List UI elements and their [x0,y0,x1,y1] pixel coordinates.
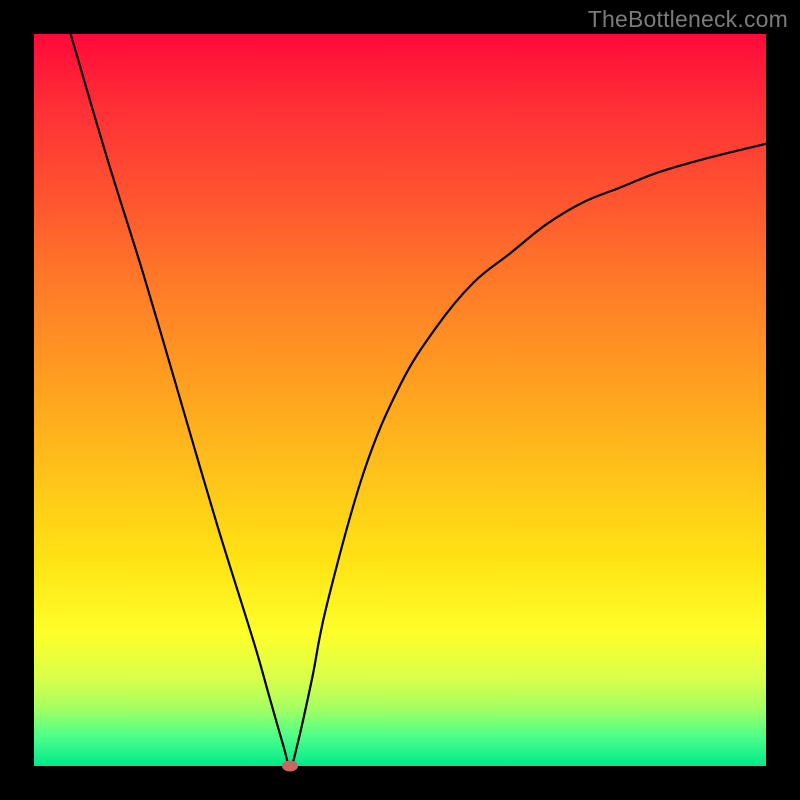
minimum-point-marker [282,761,298,772]
plot-area [34,34,766,766]
bottleneck-curve [34,34,766,766]
chart-frame: TheBottleneck.com [0,0,800,800]
watermark-text: TheBottleneck.com [588,6,788,33]
